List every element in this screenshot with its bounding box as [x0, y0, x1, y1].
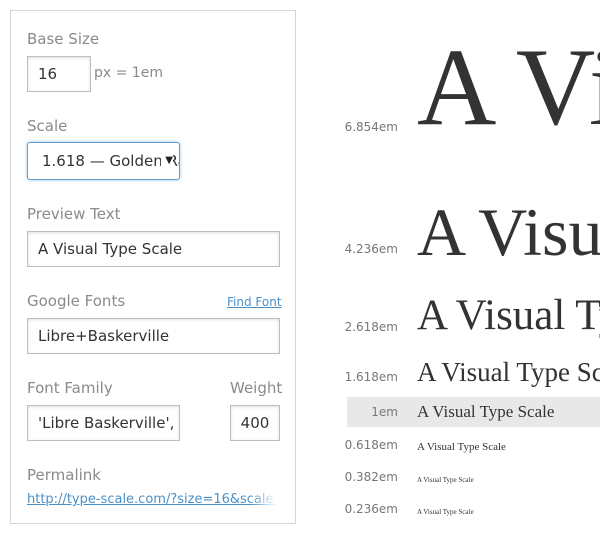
scale-row: 4.236em A Visual Type Scale [300, 185, 600, 280]
scale-row-em: 6.854em [344, 120, 398, 134]
scale-row: 0.236em A Visual Type Scale [300, 498, 600, 526]
scale-row-em: 4.236em [344, 242, 398, 256]
permalink-fade [250, 488, 284, 510]
find-font-link[interactable]: Find Font [227, 295, 282, 309]
permalink-link[interactable]: http://type-scale.com/?size=16&scale=1.6… [27, 492, 279, 507]
scale-row-em: 1.618em [344, 370, 398, 384]
scale-row-em: 0.618em [344, 438, 398, 452]
google-fonts-label: Google Fonts [27, 292, 126, 310]
font-family-input[interactable]: 'Libre Baskerville', serif [27, 405, 180, 441]
base-size-label: Base Size [27, 30, 100, 48]
scale-row-em: 0.236em [344, 502, 398, 516]
scale-row-em: 2.618em [344, 320, 398, 334]
scale-row-sample: A Visual Type Scale [417, 194, 600, 270]
font-family-label: Font Family [27, 379, 113, 397]
scale-row-sample: A Visual Type Scale [417, 26, 600, 148]
scale-row-em: 1em [371, 405, 398, 419]
scale-row: 0.382em A Visual Type Scale [300, 465, 600, 493]
scale-row: 0.618em A Visual Type Scale [300, 432, 600, 460]
scale-select-value: 1.618 — Golden Ratio [42, 152, 179, 170]
weight-input[interactable]: 400 [230, 405, 280, 441]
scale-row-sample: A Visual Type Scale [417, 357, 600, 387]
scale-row: 1.618em A Visual Type Scale [300, 352, 600, 392]
scale-row-sample: A Visual Type Scale [417, 441, 506, 453]
scale-row: 1em A Visual Type Scale [300, 397, 600, 427]
scale-label: Scale [27, 117, 68, 135]
scale-row: 6.854em A Visual Type Scale [300, 0, 600, 170]
scale-row-sample: A Visual Type Scale [417, 476, 474, 484]
base-size-unit: px = 1em [94, 65, 163, 81]
base-size-input[interactable]: 16 [27, 56, 91, 92]
scale-row-sample: A Visual Type Scale [417, 508, 474, 516]
scale-row-sample: A Visual Type Scale [417, 402, 555, 421]
preview-text-input[interactable]: A Visual Type Scale [27, 231, 280, 267]
scale-row: 2.618em A Visual Type Scale [300, 285, 600, 347]
scale-row-em: 0.382em [344, 470, 398, 484]
permalink-label: Permalink [27, 466, 101, 484]
weight-label: Weight [230, 379, 283, 397]
preview-text-label: Preview Text [27, 205, 121, 223]
scale-select[interactable]: 1.618 — Golden Ratio ▼ [27, 142, 180, 180]
google-fonts-input[interactable]: Libre+Baskerville [27, 318, 280, 354]
scale-row-sample: A Visual Type Scale [417, 292, 600, 339]
chevron-down-icon: ▼ [161, 143, 173, 179]
